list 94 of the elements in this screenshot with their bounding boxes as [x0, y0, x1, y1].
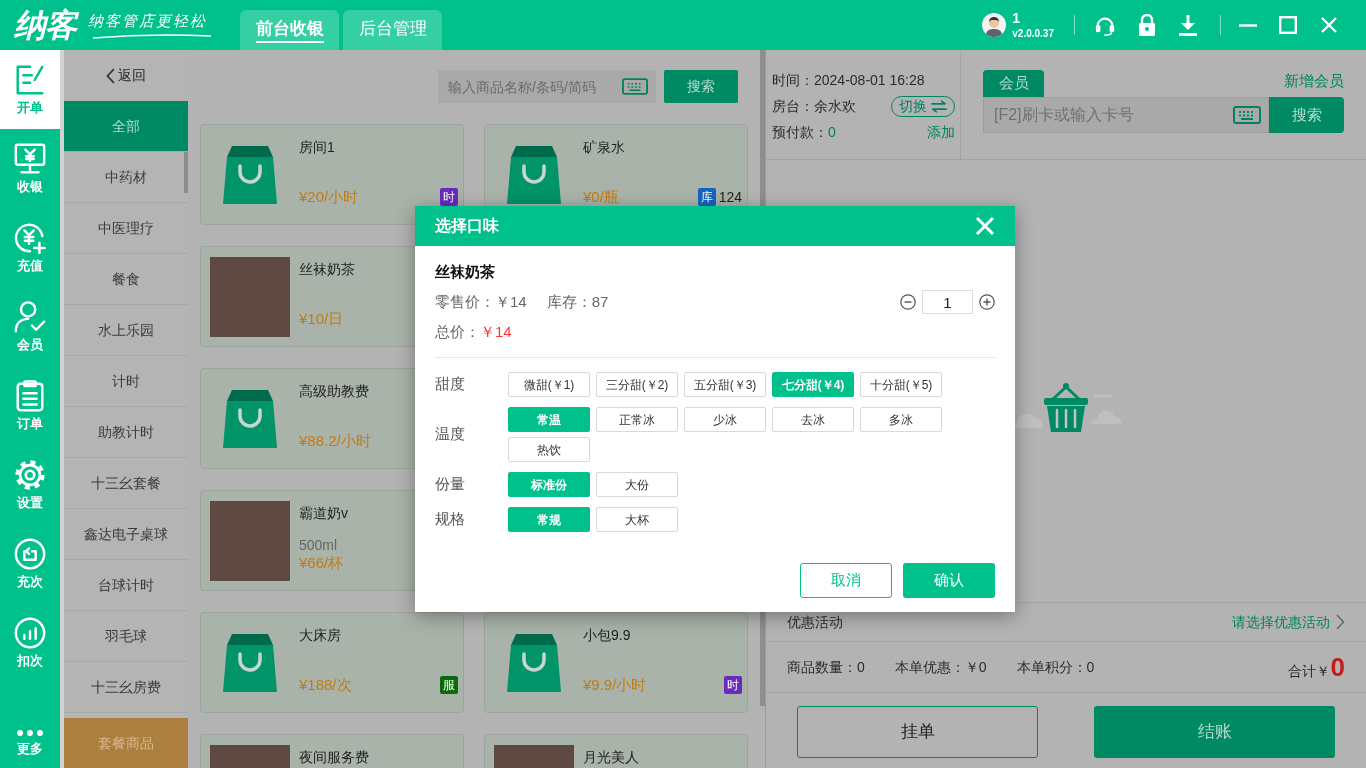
table-name: 房台：余水欢 — [772, 96, 856, 116]
version-text: v2.0.0.37 — [1012, 27, 1054, 40]
keyboard-icon[interactable] — [1233, 106, 1261, 124]
stock-text: 库存：87 — [546, 291, 609, 312]
avatar-icon[interactable] — [982, 13, 1007, 37]
product-price: ¥188/次 — [299, 676, 352, 694]
close-icon[interactable] — [975, 216, 995, 236]
checkout-button[interactable]: 结账 — [1094, 706, 1335, 758]
product-card[interactable]: 月光美人 — [484, 734, 748, 768]
product-price: ¥10/日 — [299, 310, 344, 328]
scrollbar-thumb[interactable] — [184, 152, 188, 193]
quantity-field[interactable]: 1 — [922, 290, 973, 314]
more-icon — [17, 729, 43, 736]
download-icon[interactable] — [1178, 14, 1198, 36]
product-card[interactable]: 大床房 ¥188/次 服 — [200, 612, 464, 713]
plus-icon[interactable] — [979, 294, 995, 310]
settings-icon — [13, 458, 47, 492]
option-button[interactable]: 大份 — [596, 472, 678, 497]
option-button[interactable]: 微甜(￥1) — [508, 372, 590, 397]
user-check-icon — [13, 300, 47, 334]
product-price: ¥0/瓶 — [583, 188, 619, 206]
swap-icon — [931, 99, 947, 113]
product-price: ¥88.2/小时 — [299, 432, 371, 450]
order-time: 时间：2024-08-01 16:28 — [772, 71, 925, 90]
search-field[interactable]: 输入商品名称/条码/简码 — [438, 70, 656, 103]
lock-icon[interactable] — [1138, 14, 1156, 36]
clipboard-icon — [13, 379, 47, 413]
member-search-button[interactable]: 搜索 — [1269, 97, 1344, 133]
product-name: 大床房 — [299, 626, 341, 645]
keyboard-icon[interactable] — [622, 78, 648, 95]
product-name: 霸道奶v — [299, 504, 348, 523]
swoosh-icon — [92, 32, 212, 39]
product-tag: 时 — [440, 188, 458, 206]
card-number-field[interactable]: [F2]刷卡或输入卡号 — [983, 97, 1269, 133]
monitor-icon — [13, 142, 47, 176]
option-button[interactable]: 少冰 — [684, 407, 766, 432]
shopping-bag-icon — [222, 632, 278, 693]
option-button[interactable]: 正常冰 — [596, 407, 678, 432]
product-name: 房间1 — [299, 138, 335, 157]
product-tag: 服 — [440, 676, 458, 694]
chevron-left-icon — [106, 67, 115, 84]
minimize-icon[interactable] — [1239, 23, 1257, 27]
total-price: ￥14 — [480, 321, 512, 342]
category-item[interactable]: 全部 — [64, 101, 188, 152]
shopping-bag-icon — [506, 632, 562, 693]
summary-text: 本单积分：0 — [1016, 657, 1095, 677]
member-tab[interactable]: 会员 — [983, 70, 1044, 97]
option-group-label: 温度 — [435, 424, 466, 445]
total-amount: 0 — [1330, 652, 1345, 682]
product-card[interactable]: 夜间服务费 — [200, 734, 464, 768]
edit-icon — [13, 63, 47, 97]
product-name: 矿泉水 — [583, 138, 625, 157]
yen-plus-icon — [13, 221, 47, 255]
option-button[interactable]: 大杯 — [596, 507, 678, 532]
product-price: ¥20/小时 — [299, 188, 359, 206]
option-group-label: 甜度 — [435, 374, 466, 395]
minus-icon[interactable] — [900, 294, 916, 310]
product-name: 高级助教费 — [299, 382, 369, 401]
option-button[interactable]: 去冰 — [772, 407, 854, 432]
product-name: 小包9.9 — [583, 626, 631, 645]
summary-text: 商品数量：0 — [787, 657, 865, 677]
search-button[interactable]: 搜索 — [664, 70, 738, 103]
product-name: 夜间服务费 — [299, 748, 369, 767]
option-button[interactable]: 热饮 — [508, 437, 590, 462]
product-name: 丝袜奶茶 — [299, 260, 355, 279]
close-icon[interactable] — [1321, 17, 1337, 33]
product-tag: 库 — [697, 188, 716, 206]
product-price: ¥9.9/小时 — [583, 676, 647, 694]
option-button[interactable]: 五分甜(￥3) — [684, 372, 766, 397]
summary-text: 本单优惠：￥0 — [894, 657, 987, 677]
user-name: 1 — [1012, 10, 1021, 26]
hold-order-button[interactable]: 挂单 — [797, 706, 1038, 758]
chevron-right-icon — [1336, 614, 1345, 630]
product-card[interactable]: 小包9.9 ¥9.9/小时 时 — [484, 612, 748, 713]
slogan-text: 纳客管店更轻松 — [88, 11, 207, 30]
option-group-label: 规格 — [435, 509, 466, 530]
product-spec: 500ml — [299, 536, 338, 554]
option-button[interactable]: 多冰 — [860, 407, 942, 432]
bar-chart-icon — [13, 616, 47, 650]
option-button[interactable]: 十分甜(￥5) — [860, 372, 942, 397]
shopping-bag-icon — [222, 388, 278, 449]
product-tag: 时 — [724, 676, 742, 694]
option-button[interactable]: 三分甜(￥2) — [596, 372, 678, 397]
back-button[interactable]: 返回 — [106, 65, 146, 86]
prepaid-label: 预付款： — [772, 122, 828, 142]
shopping-bag-icon — [222, 144, 278, 205]
product-price: ¥66/杯 — [299, 554, 344, 572]
maximize-icon[interactable] — [1279, 16, 1297, 34]
total-label: 合计￥ — [1287, 662, 1330, 681]
stock-count: 124 — [718, 188, 742, 206]
prepaid-amount: 0 — [828, 122, 836, 142]
shopping-bag-icon — [506, 144, 562, 205]
product-name: 月光美人 — [583, 748, 639, 767]
discount-label: 优惠活动 — [787, 612, 843, 632]
